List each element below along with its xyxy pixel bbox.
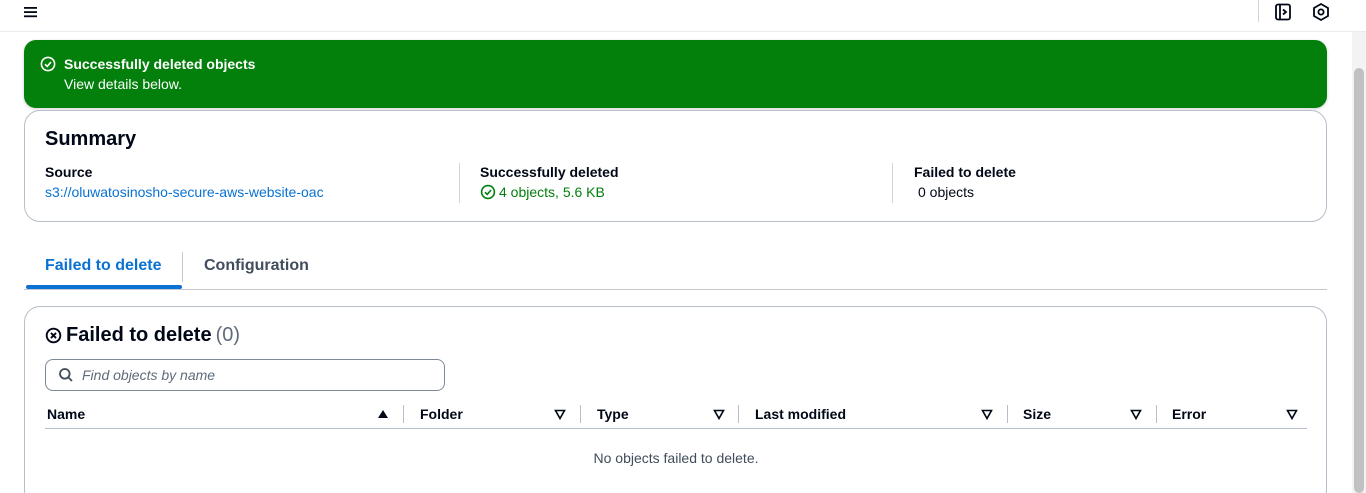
tab-separator [182, 252, 183, 282]
notification-panel-icon[interactable] [1273, 2, 1293, 22]
hexagon-settings-icon[interactable] [1311, 2, 1331, 22]
column-header-name[interactable]: Name [47, 399, 389, 429]
caret-down-icon [554, 409, 566, 420]
column-label: Name [47, 406, 86, 422]
tab-list: Failed to delete Configuration [24, 246, 1327, 290]
search-icon [59, 368, 73, 382]
panel-count: (0) [215, 324, 241, 346]
summary-divider [892, 163, 893, 203]
search-box[interactable] [45, 359, 445, 391]
column-label: Type [597, 406, 629, 422]
active-tab-indicator [26, 285, 182, 289]
column-header-folder[interactable]: Folder [420, 399, 566, 429]
summary-deleted: Successfully deleted 4 objects, 5.6 KB [480, 163, 880, 203]
check-circle-icon [480, 184, 496, 200]
column-label: Error [1172, 406, 1207, 422]
column-header-type[interactable]: Type [597, 399, 725, 429]
column-separator [1156, 405, 1157, 423]
search-input[interactable] [82, 362, 437, 388]
column-separator [403, 405, 404, 423]
column-separator [580, 405, 581, 423]
column-separator [1007, 405, 1008, 423]
panel-title: Failed to delete [66, 324, 212, 346]
hamburger-menu-icon[interactable] [22, 3, 40, 21]
tab-configuration[interactable]: Configuration [204, 252, 309, 290]
column-label: Folder [420, 406, 463, 422]
page-scrollbar[interactable] [1352, 32, 1366, 493]
top-navigation-bar [0, 0, 1366, 32]
caret-up-icon [378, 410, 388, 418]
failed-to-delete-panel: Failed to delete (0) Name Folder Type La… [24, 306, 1327, 493]
caret-down-icon [713, 409, 725, 420]
summary-failed: Failed to delete 0 objects [914, 163, 1304, 203]
x-circle-icon [45, 327, 62, 343]
summary-container: Summary Source s3://oluwatosinosho-secur… [24, 110, 1327, 222]
source-label: Source [45, 164, 93, 180]
flash-subtitle: View details below. [64, 76, 183, 92]
success-flash-banner: Successfully deleted objects View detail… [24, 40, 1327, 108]
failed-label: Failed to delete [914, 164, 1016, 180]
column-header-last-modified[interactable]: Last modified [755, 399, 993, 429]
scrollbar-thumb[interactable] [1354, 68, 1364, 493]
caret-down-icon [1286, 409, 1298, 420]
top-bar-divider [1258, 0, 1259, 22]
flash-title: Successfully deleted objects [64, 56, 256, 72]
caret-down-icon [1130, 409, 1142, 420]
column-header-error[interactable]: Error [1172, 399, 1298, 429]
source-link[interactable]: s3://oluwatosinosho-secure-aws-website-o… [45, 184, 324, 200]
failed-value: 0 objects [918, 184, 975, 200]
table-header: Name Folder Type Last modified Size Erro… [45, 399, 1307, 429]
summary-divider [459, 163, 460, 203]
caret-down-icon [981, 409, 993, 420]
empty-table-message: No objects failed to delete. [593, 450, 759, 466]
column-label: Size [1023, 406, 1052, 422]
summary-title: Summary [45, 128, 137, 150]
deleted-value: 4 objects, 5.6 KB [499, 184, 605, 200]
summary-source: Source s3://oluwatosinosho-secure-aws-we… [45, 163, 445, 203]
deleted-label: Successfully deleted [480, 164, 619, 180]
column-label: Last modified [755, 406, 847, 422]
check-circle-icon [40, 56, 56, 72]
column-separator [738, 405, 739, 423]
column-header-size[interactable]: Size [1023, 399, 1142, 429]
panel-header: Failed to delete (0) [45, 323, 240, 347]
